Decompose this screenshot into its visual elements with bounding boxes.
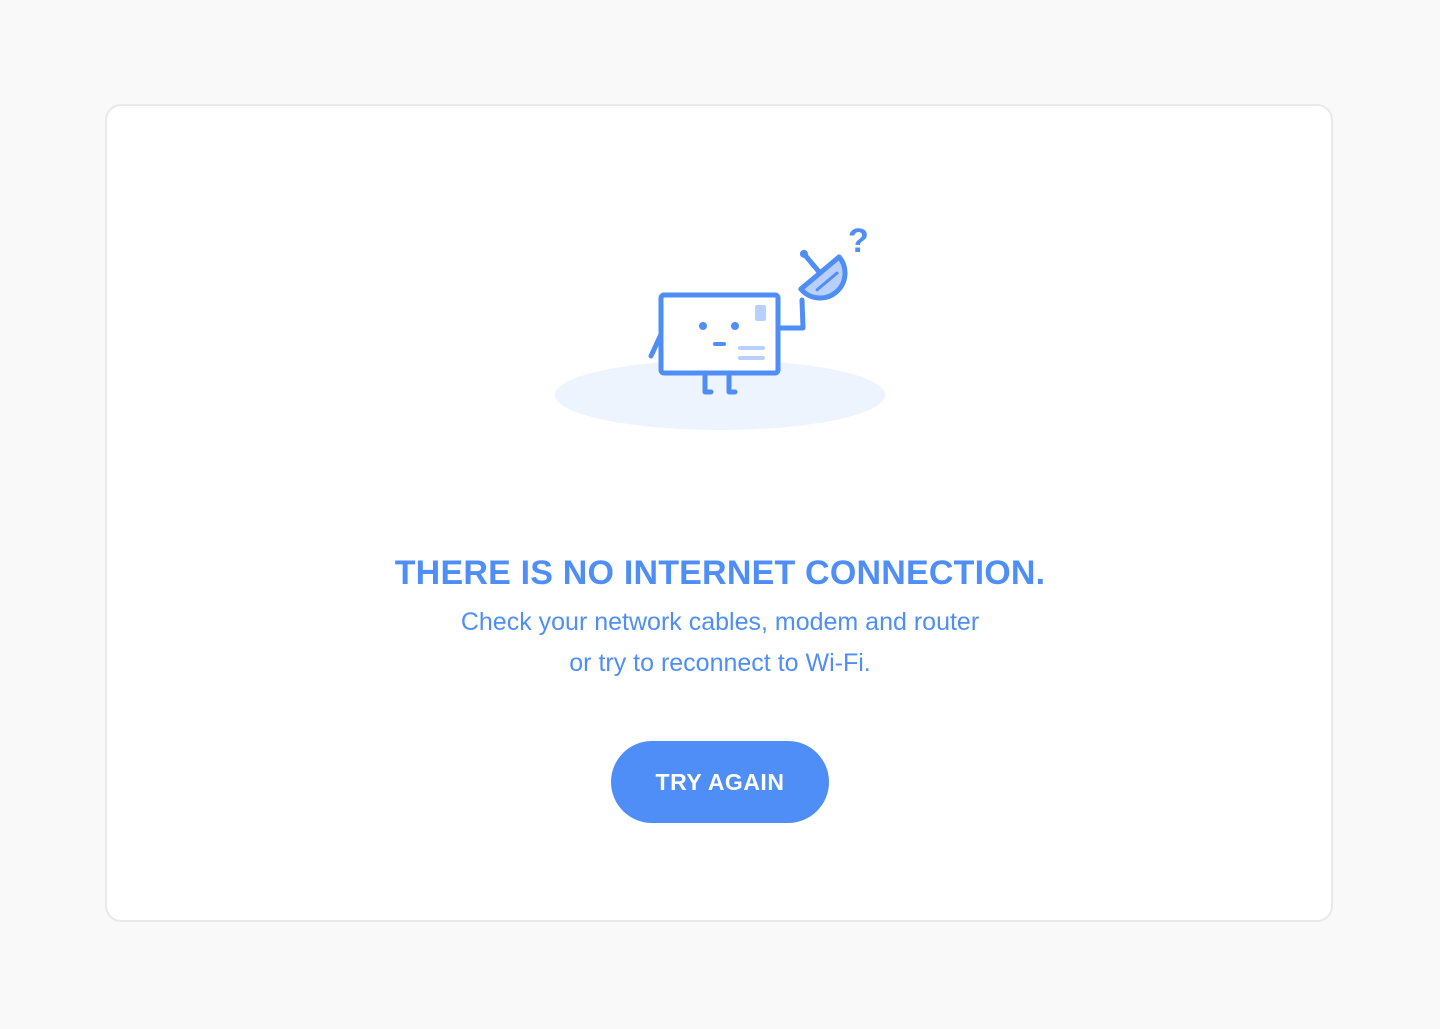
try-again-button[interactable]: TRY AGAIN [611, 741, 829, 823]
satellite-dish-icon [798, 249, 848, 301]
error-description-line-1: Check your network cables, modem and rou… [460, 608, 980, 636]
error-description: Check your network cables, modem and rou… [0, 602, 1440, 684]
mascot-right-arm [775, 297, 806, 331]
disconnected-router-mascot-icon: ? [555, 222, 885, 430]
error-description-line-2: or try to reconnect to Wi-Fi. [569, 649, 871, 677]
error-title: THERE IS NO INTERNET CONNECTION. [394, 554, 1046, 592]
mascot-indicator [755, 305, 766, 321]
mascot-left-eye [699, 322, 707, 330]
question-mark-icon: ? [848, 222, 869, 260]
no-connection-illustration: ? [545, 218, 895, 438]
mascot-right-eye [731, 322, 739, 330]
